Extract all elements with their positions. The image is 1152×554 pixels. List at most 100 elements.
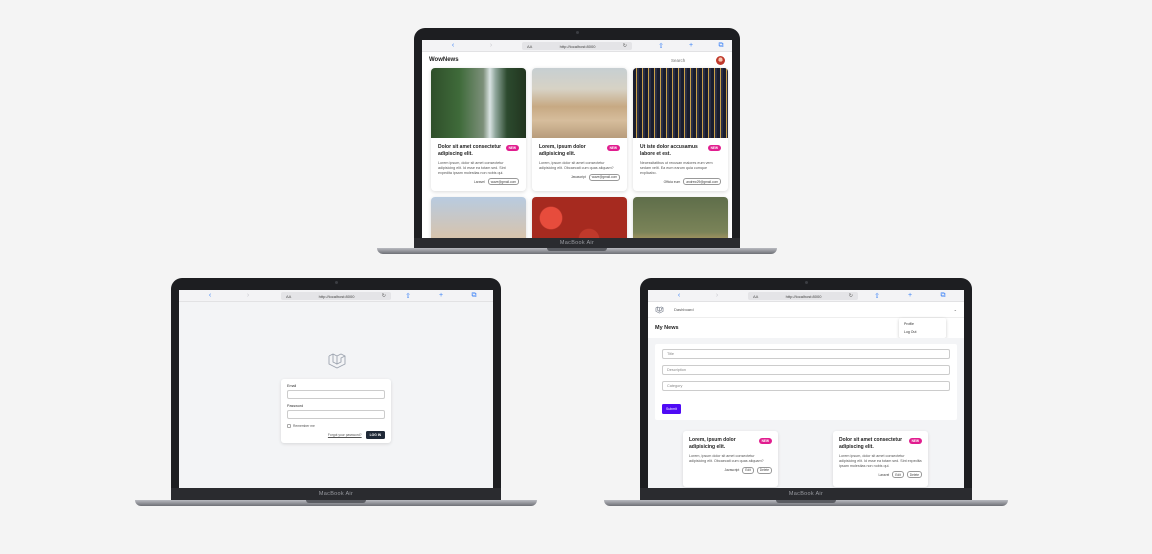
forward-icon[interactable]: › [698,292,736,299]
edit-button[interactable]: Edit [892,471,904,479]
news-card[interactable]: Dolor sit amet consectetur adipiscing el… [431,68,526,192]
news-category: Laravel [878,472,890,477]
news-image-city [431,197,526,244]
brand-logo-text[interactable]: WowNews [429,57,459,63]
laravel-logo-icon [328,353,346,369]
remember-label: Remember me [293,424,315,428]
my-news-card[interactable]: Lorem, ipsum dolor adipisicing elit. NEW… [683,431,778,487]
camera [575,31,579,34]
camera [804,281,808,284]
news-card[interactable] [532,197,627,244]
news-description: Lorem, ipsum dolor sit amet consectetur … [539,161,614,170]
news-image-desert [532,68,627,138]
my-news-card[interactable]: Dolor sit amet consectetur adipiscing el… [833,431,928,487]
news-card[interactable]: Lorem, ipsum dolor adipisicing elit. NEW… [532,68,627,192]
title-input[interactable]: Title [662,349,950,359]
news-description: Lorem ipsum, dolor sit amet consectetur … [438,161,506,175]
news-grid: Dolor sit amet consectetur adipiscing el… [422,68,732,244]
reload-icon[interactable]: ↻ [849,293,853,299]
browser-toolbar: ‹ › ▣ AA http://localhost:8000 ↻ ⇧ + ⧉ [179,290,493,302]
remember-checkbox[interactable] [287,424,291,428]
avatar[interactable] [716,55,725,65]
create-news-form: Title Description Category Submit [655,344,957,420]
url-text: http://localhost:8000 [318,293,355,299]
reload-icon[interactable]: ↻ [623,43,627,49]
news-card[interactable] [431,197,526,244]
news-description: Lorem, ipsum dolor sit amet consectetur … [689,454,764,463]
user-dropdown-menu: Profile Log Out [899,318,946,338]
news-category: Javascript [570,175,586,180]
url-bar[interactable]: AA http://localhost:8000 ↻ [281,292,391,300]
nav-dashboard-link[interactable]: Dashboard [674,307,694,312]
tabs-icon[interactable]: ⧉ [924,292,962,300]
delete-button[interactable]: Delete [756,466,772,474]
news-description: Lorem ipsum, dolor sit amet consectetur … [839,454,922,468]
reload-icon[interactable]: ↻ [382,293,386,299]
new-badge: NEW [606,145,620,151]
news-author: wave@gmail.com [588,173,620,181]
news-card[interactable] [633,197,728,244]
screen: ‹ › ▣ AA http://localhost:8000 ↻ ⇧ + ⧉ E… [179,290,493,488]
new-badge: NEW [707,145,721,151]
email-field[interactable] [287,390,385,399]
news-description: Necessitatibus ut recusan maiores eum ve… [640,161,713,175]
url-bar[interactable]: AA http://localhost:8000 ↻ [522,42,632,50]
news-title: Ut iste dolor accusamus labore et est. [640,144,698,157]
tabs-icon[interactable]: ⧉ [455,292,493,300]
submit-button[interactable]: Submit [662,404,681,414]
search-input[interactable] [671,57,711,63]
page-title: My News [655,325,679,331]
login-button[interactable]: LOG IN [365,431,385,439]
laptop-left: ‹ › ▣ AA http://localhost:8000 ↻ ⇧ + ⧉ E… [135,278,537,510]
password-label: Password [287,404,304,408]
news-image-waterfall [431,68,526,138]
dropdown-item-profile[interactable]: Profile [899,320,946,328]
device-label: MacBook Air [559,240,595,246]
email-label: Email [287,384,297,388]
news-category: Laravel [473,179,485,184]
search-area [671,55,725,65]
news-title: Dolor sit amet consectetur adipiscing el… [438,144,502,157]
laptop-notch [547,248,607,251]
screen: ‹ › ▣ AA http://localhost:8000 ↻ ⇧ + ⧉ W… [422,40,732,244]
news-title: Lorem, ipsum dolor adipisicing elit. [689,437,736,450]
laptop-right: ‹ › ▣ AA http://localhost:8000 ↻ ⇧ + ⧉ D… [604,278,1008,510]
dropdown-item-logout[interactable]: Log Out [899,328,946,336]
back-icon[interactable]: ‹ [434,42,472,49]
new-badge: NEW [908,438,922,444]
back-icon[interactable]: ‹ [660,292,698,299]
laptop-bezel: MacBook Air [640,488,972,500]
browser-toolbar: ‹ › ▣ AA http://localhost:8000 ↻ ⇧ + ⧉ [648,290,964,302]
news-image-strawberries [532,197,627,244]
url-text: http://localhost:8000 [785,293,822,299]
camera [334,281,338,284]
password-field[interactable] [287,410,385,419]
news-image-gift [633,197,728,244]
login-form: Email Password Remember me Forgot your p… [281,379,391,443]
news-category: Officia eum [663,179,681,184]
delete-button[interactable]: Delete [906,471,922,479]
category-input[interactable]: Category [662,381,950,391]
description-input[interactable]: Description [662,365,950,375]
chevron-down-icon[interactable]: ⌄ [954,307,957,312]
laptop-lid: ‹ › ▣ AA http://localhost:8000 ↻ ⇧ + ⧉ E… [171,278,501,494]
laptop-bezel: MacBook Air [414,238,740,248]
laravel-logo-icon[interactable] [655,306,664,314]
news-card[interactable]: Ut iste dolor accusamus labore et est. N… [633,68,728,192]
tabs-icon[interactable]: ⧉ [702,42,732,50]
news-author: andrew29@gmail.com [683,178,721,186]
forgot-password-link[interactable]: Forgot your password? [328,433,362,437]
laptop-lid: ‹ › ▣ AA http://localhost:8000 ↻ ⇧ + ⧉ W… [414,28,740,244]
device-label: MacBook Air [788,491,824,497]
edit-button[interactable]: Edit [742,466,754,474]
news-category: Javascript [724,468,740,473]
url-text: http://localhost:8000 [559,43,596,49]
forward-icon[interactable]: › [472,42,510,49]
news-title: Dolor sit amet consectetur adipiscing el… [839,437,903,450]
device-label: MacBook Air [318,491,354,497]
laptop-bezel: MacBook Air [171,488,501,500]
dashboard-content: Title Description Category Submit Lorem,… [648,338,964,488]
forward-icon[interactable]: › [229,292,267,299]
back-icon[interactable]: ‹ [191,292,229,299]
url-bar[interactable]: AA http://localhost:8000 ↻ [748,292,858,300]
